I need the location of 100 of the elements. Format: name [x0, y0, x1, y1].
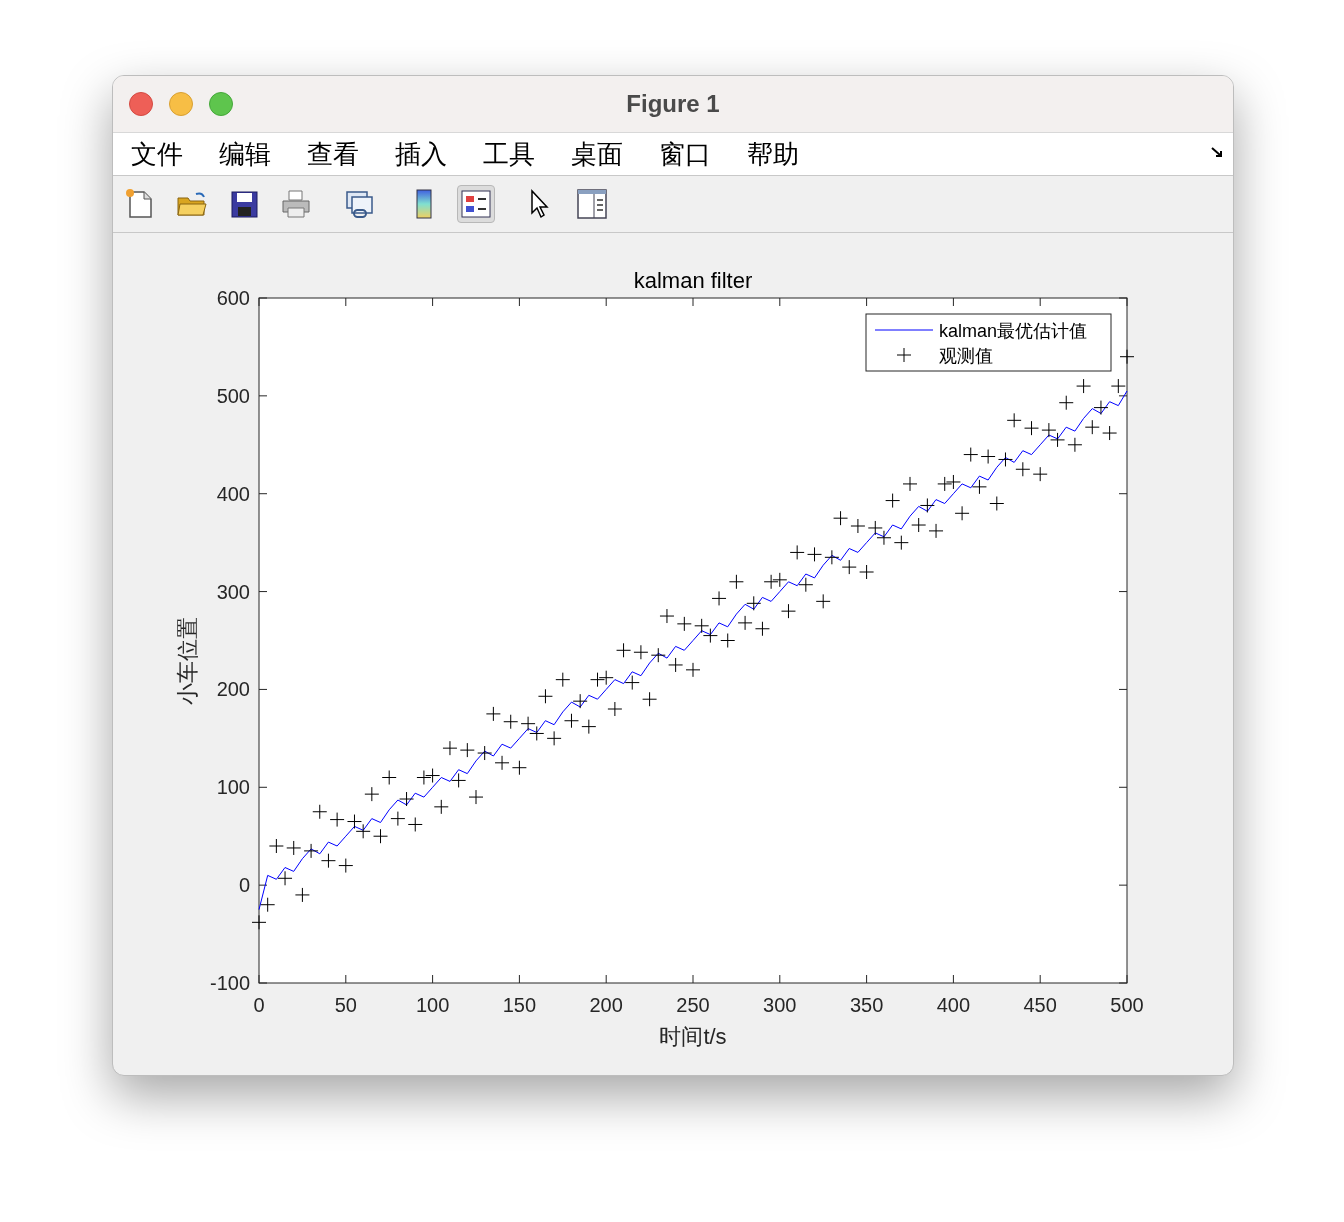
data-marker: [572, 693, 588, 709]
data-marker: [1058, 395, 1074, 411]
data-marker: [251, 914, 267, 930]
data-marker: [685, 662, 701, 678]
x-tick-label: 500: [1110, 994, 1144, 1016]
y-tick-label: 600: [216, 287, 250, 309]
data-marker: [511, 760, 527, 776]
y-tick-label: 300: [216, 580, 250, 603]
data-marker: [789, 544, 805, 560]
data-marker: [711, 590, 727, 606]
menu-item[interactable]: 工具: [483, 136, 535, 172]
data-marker: [702, 628, 718, 644]
data-marker: [1050, 432, 1066, 448]
data-marker: [1110, 378, 1126, 394]
y-tick-label: 200: [216, 678, 250, 701]
panel-icon: [576, 188, 608, 220]
data-marker: [885, 493, 901, 509]
windows-icon: [344, 188, 376, 220]
data-marker: [303, 843, 319, 859]
data-marker: [338, 858, 354, 874]
data-marker: [893, 535, 909, 551]
data-marker: [807, 546, 822, 562]
x-tick-label: 300: [763, 994, 797, 1016]
data-marker: [763, 574, 779, 590]
data-marker: [555, 672, 571, 688]
data-marker: [1076, 378, 1092, 394]
data-marker: [381, 770, 397, 785]
data-marker: [485, 706, 501, 722]
data-marker: [971, 479, 987, 495]
menu-item[interactable]: 插入: [395, 136, 447, 172]
data-marker: [468, 789, 484, 805]
x-tick-label: 200: [589, 994, 623, 1016]
data-marker: [911, 517, 927, 533]
data-marker: [624, 675, 640, 691]
menu-item[interactable]: 帮助: [747, 136, 799, 172]
data-marker: [998, 451, 1013, 467]
menu-item[interactable]: 编辑: [219, 136, 271, 172]
data-marker: [537, 688, 553, 704]
menu-item[interactable]: 查看: [307, 136, 359, 172]
x-tick-label: 0: [253, 994, 265, 1016]
data-marker: [1084, 419, 1100, 435]
data-marker: [312, 804, 328, 820]
data-marker: [963, 447, 979, 463]
dock-icon[interactable]: [1211, 147, 1225, 159]
y-axis-label: 小车位置: [175, 616, 200, 705]
data-marker: [329, 812, 345, 828]
data-marker: [355, 823, 371, 839]
data-marker: [503, 714, 519, 730]
y-tick-label: 500: [216, 384, 250, 407]
x-axis-label: 时间t/s: [659, 1024, 727, 1049]
y-tick-label: 100: [216, 776, 250, 799]
data-marker: [989, 496, 1005, 511]
x-tick-label: 250: [676, 994, 710, 1016]
data-marker: [815, 593, 831, 609]
data-marker: [1067, 437, 1083, 453]
close-button[interactable]: [129, 92, 153, 116]
x-tick-label: 150: [502, 994, 537, 1016]
zoom-button[interactable]: [209, 92, 233, 116]
window-title: Figure 1: [626, 90, 720, 118]
data-marker: [928, 523, 944, 539]
data-marker: [277, 870, 293, 886]
data-marker: [433, 799, 449, 815]
menu-item[interactable]: 窗口: [659, 136, 711, 172]
x-tick-label: 450: [1023, 994, 1057, 1016]
data-marker: [737, 615, 753, 631]
data-marker: [407, 816, 423, 832]
y-tick-label: 0: [238, 874, 250, 897]
data-marker: [1006, 412, 1022, 428]
chart-title: kalman filter: [633, 268, 753, 293]
data-marker: [459, 742, 475, 758]
data-marker: [668, 657, 684, 673]
menu-item[interactable]: 桌面: [571, 136, 623, 172]
data-marker: [902, 476, 918, 492]
data-marker: [980, 449, 996, 465]
data-marker: [876, 530, 892, 546]
printer-icon: [280, 188, 312, 220]
data-marker: [850, 518, 866, 534]
data-marker: [1032, 466, 1048, 482]
data-marker: [529, 725, 545, 741]
menu-item[interactable]: 文件: [131, 136, 183, 172]
data-marker: [581, 719, 597, 735]
data-marker: [1102, 425, 1118, 441]
data-marker: [1015, 461, 1031, 477]
y-tick-label: -100: [209, 972, 250, 994]
data-marker: [728, 574, 744, 590]
data-marker: [590, 672, 605, 688]
legend-label: kalman最优估计值: [939, 321, 1088, 341]
legend-label: 观测值: [939, 346, 993, 366]
x-tick-label: 50: [334, 994, 357, 1016]
data-marker: [451, 772, 467, 788]
data-marker: [260, 897, 276, 913]
data-marker: [520, 716, 536, 732]
data-marker: [442, 740, 458, 756]
toolbar-button[interactable]: [457, 185, 495, 223]
data-marker: [294, 887, 310, 903]
data-marker: [546, 730, 562, 746]
data-marker: [416, 770, 432, 785]
legend-line-swatch: [874, 329, 934, 331]
data-marker: [1119, 349, 1135, 365]
data-marker: [477, 745, 493, 761]
